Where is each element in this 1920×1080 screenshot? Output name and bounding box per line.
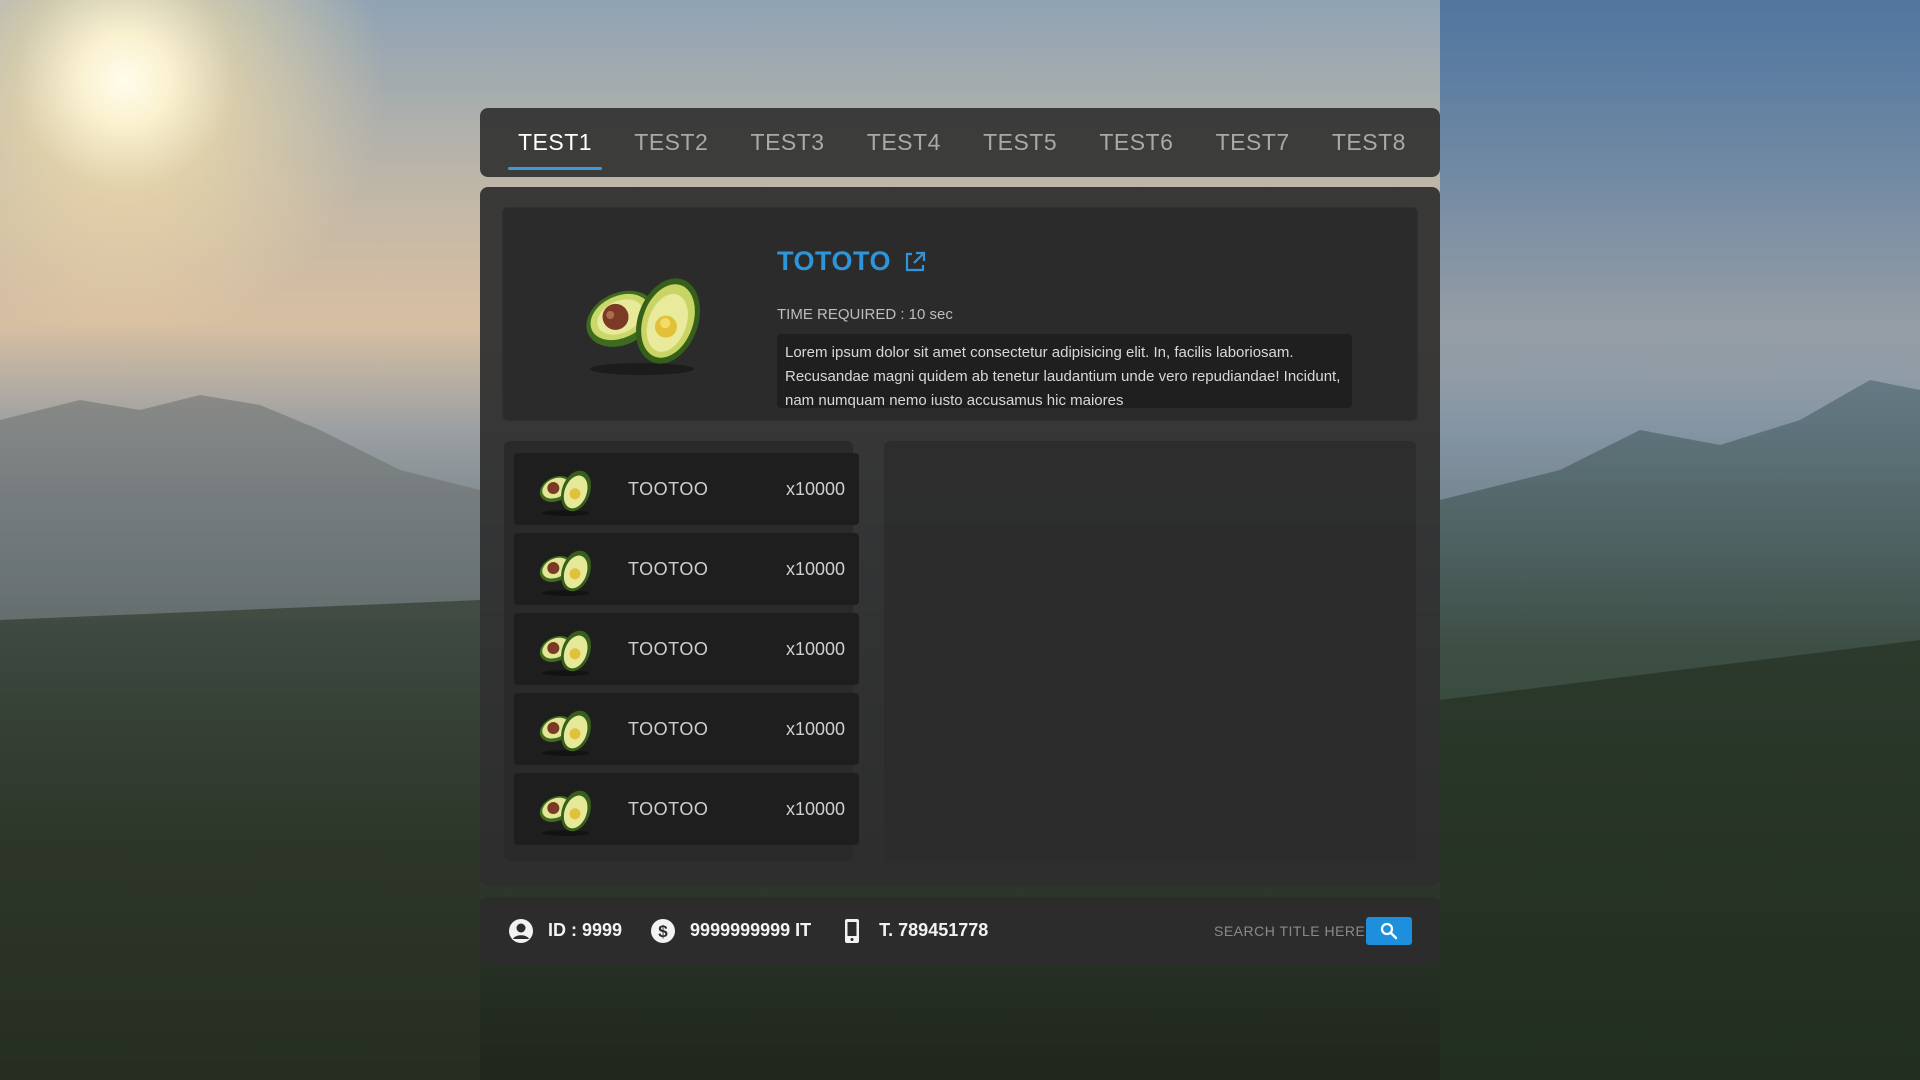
tab-5[interactable]: TEST5 bbox=[973, 125, 1067, 160]
tab-6[interactable]: TEST6 bbox=[1089, 125, 1183, 160]
item-title: TOTOTO bbox=[777, 246, 927, 277]
list-item-name: TOOTOO bbox=[628, 558, 709, 579]
external-link-icon[interactable] bbox=[903, 250, 927, 274]
details-empty-panel bbox=[884, 441, 1416, 861]
footer-bar: ID : 9999 $ 9999999999 IT T. 789451778 bbox=[480, 897, 1440, 964]
svg-text:$: $ bbox=[658, 922, 668, 941]
list-item-quantity: x10000 bbox=[785, 798, 845, 819]
list-item[interactable]: TOOTOO x10000 bbox=[514, 533, 859, 605]
search-icon bbox=[1380, 922, 1398, 939]
tab-1[interactable]: TEST1 bbox=[508, 125, 603, 170]
item-list: TOOTOO x10000 TOOTOO x10000 TOOTOO x10000 T… bbox=[504, 441, 859, 861]
list-item-quantity: x10000 bbox=[785, 718, 845, 739]
player-phone: T. 789451778 bbox=[839, 918, 988, 944]
tab-3[interactable]: TEST3 bbox=[741, 125, 835, 160]
player-id-text: ID : 9999 bbox=[548, 920, 623, 940]
avocado-icon bbox=[539, 630, 591, 676]
avocado-icon bbox=[539, 710, 591, 756]
search-button[interactable] bbox=[1366, 916, 1412, 945]
list-item-name: TOOTOO bbox=[628, 478, 709, 499]
list-item[interactable]: TOOTOO x10000 bbox=[514, 693, 859, 765]
list-item[interactable]: TOOTOO x10000 bbox=[514, 773, 859, 845]
player-money: $ 9999999999 IT bbox=[650, 918, 811, 944]
list-item-name: TOOTOO bbox=[628, 718, 709, 739]
avocado-icon bbox=[539, 550, 591, 596]
player-id: ID : 9999 bbox=[508, 918, 622, 944]
tab-2[interactable]: TEST2 bbox=[624, 125, 718, 160]
item-title-text: TOTOTO bbox=[777, 246, 892, 276]
list-item[interactable]: TOOTOO x10000 bbox=[514, 453, 859, 525]
avocado-icon bbox=[539, 790, 591, 836]
list-item-name: TOOTOO bbox=[628, 638, 709, 659]
player-money-text: 9999999999 IT bbox=[690, 920, 812, 940]
tab-4[interactable]: TEST4 bbox=[857, 125, 951, 160]
avocado-icon bbox=[539, 470, 591, 516]
item-description: Lorem ipsum dolor sit amet consectetur a… bbox=[777, 334, 1352, 408]
list-item-quantity: x10000 bbox=[785, 638, 845, 659]
search-input[interactable] bbox=[1212, 921, 1366, 940]
phone-icon bbox=[845, 918, 860, 943]
avocado-icon bbox=[586, 278, 700, 375]
list-item[interactable]: TOOTOO x10000 bbox=[514, 613, 859, 685]
user-icon bbox=[509, 918, 533, 943]
player-phone-text: T. 789451778 bbox=[879, 920, 989, 940]
main-panel: TOTOTO TIME REQUIRED : 10 sec Lorem ipsu… bbox=[480, 187, 1440, 886]
list-item-name: TOOTOO bbox=[628, 798, 709, 819]
time-required: TIME REQUIRED : 10 sec bbox=[777, 306, 953, 323]
dollar-icon: $ bbox=[651, 918, 676, 943]
tab-8[interactable]: TEST8 bbox=[1322, 125, 1416, 160]
tab-7[interactable]: TEST7 bbox=[1206, 125, 1300, 160]
search-area bbox=[1212, 916, 1412, 945]
detail-card: TOTOTO TIME REQUIRED : 10 sec Lorem ipsu… bbox=[502, 207, 1418, 421]
tab-bar: TEST1 TEST2 TEST3 TEST4 TEST5 TEST6 TEST7 TEST8 bbox=[480, 108, 1440, 177]
list-item-quantity: x10000 bbox=[785, 558, 845, 579]
list-item-quantity: x10000 bbox=[785, 478, 845, 499]
